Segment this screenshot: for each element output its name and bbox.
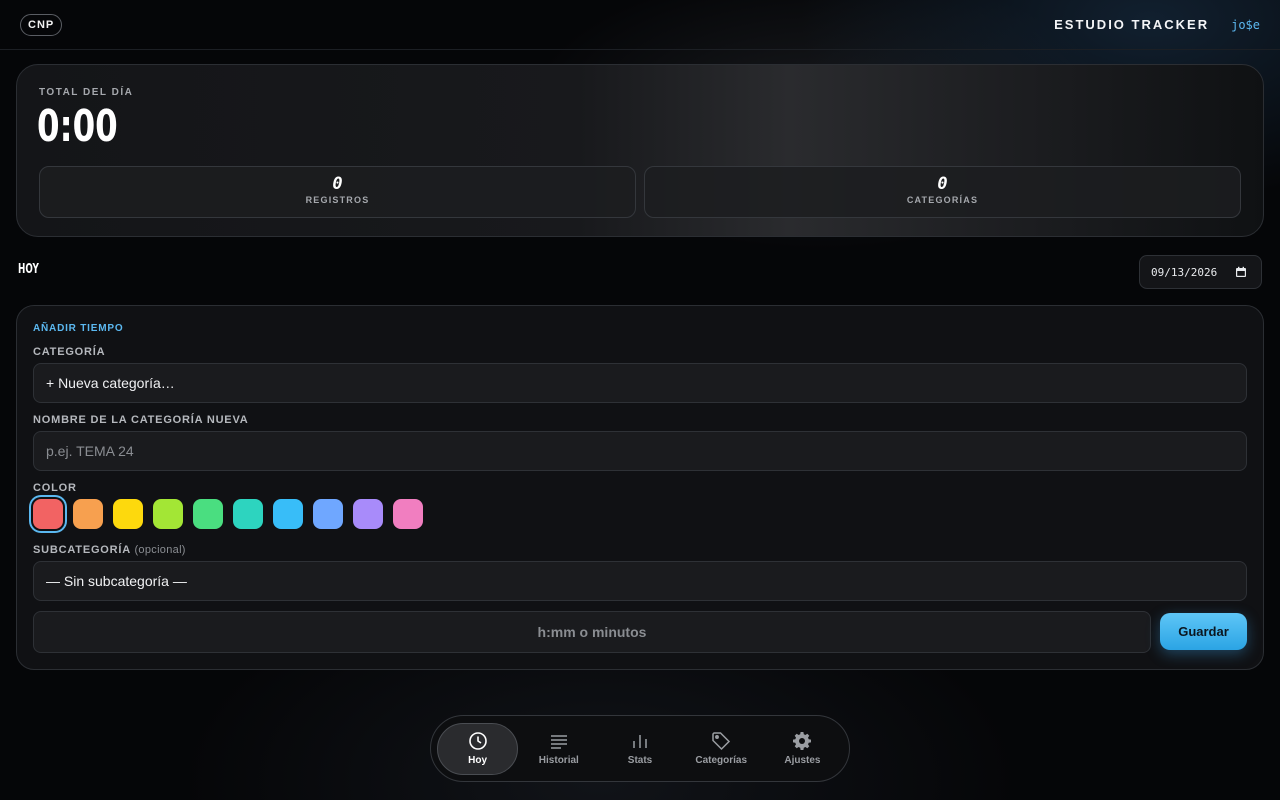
subcategory-label: SUBCATEGORÍA (opcional) — [33, 544, 186, 556]
user-name[interactable]: jo$e — [1231, 18, 1260, 32]
form-title: AÑADIR TIEMPO — [33, 323, 124, 334]
day-heading: HOY — [18, 262, 39, 277]
nav-label: Hoy — [468, 755, 488, 766]
category-select-value: + Nueva categoría… — [46, 375, 175, 391]
new-category-label: NOMBRE DE LA CATEGORÍA NUEVA — [33, 414, 249, 426]
date-picker[interactable]: 09/13/2026 — [1139, 255, 1262, 289]
time-input[interactable]: h:mm o minutos — [33, 611, 1151, 653]
nav-item-historial[interactable]: Historial — [518, 723, 599, 775]
nav-item-ajustes[interactable]: Ajustes — [762, 723, 843, 775]
top-bar: CNP ESTUDIO TRACKER jo$e — [0, 0, 1280, 50]
bottom-nav: Hoy Historial Stats Categorías Ajustes — [430, 715, 850, 782]
nav-item-stats[interactable]: Stats — [599, 723, 680, 775]
stat-value: 0 — [937, 174, 948, 194]
category-label: CATEGORÍA — [33, 346, 106, 358]
color-swatch[interactable] — [73, 499, 103, 529]
color-swatch[interactable] — [153, 499, 183, 529]
new-category-input[interactable]: p.ej. TEMA 24 — [33, 431, 1247, 471]
calendar-icon[interactable] — [1235, 266, 1247, 278]
color-swatch[interactable] — [33, 499, 63, 529]
clock-icon — [468, 732, 487, 750]
color-swatch[interactable] — [193, 499, 223, 529]
app-title: ESTUDIO TRACKER — [1054, 17, 1210, 32]
date-value: 09/13/2026 — [1151, 265, 1218, 279]
category-select[interactable]: + Nueva categoría… — [33, 363, 1247, 403]
bar-chart-icon — [633, 735, 647, 748]
color-swatch[interactable] — [353, 499, 383, 529]
gear-icon — [793, 732, 812, 750]
subcategory-optional: (opcional) — [134, 544, 186, 556]
subcategory-select[interactable]: — Sin subcategoría — — [33, 561, 1247, 601]
stat-categorias: 0 CATEGORÍAS — [644, 166, 1241, 218]
nav-label: Categorías — [695, 755, 748, 766]
total-value: 0:00 — [37, 101, 118, 152]
nav-item-categorias[interactable]: Categorías — [681, 723, 762, 775]
color-swatch[interactable] — [273, 499, 303, 529]
save-button[interactable]: Guardar — [1160, 613, 1247, 650]
color-swatches — [33, 499, 423, 529]
total-label: TOTAL DEL DÍA — [39, 87, 134, 98]
stat-label: CATEGORÍAS — [906, 195, 979, 205]
color-swatch[interactable] — [113, 499, 143, 529]
daily-total-card: TOTAL DEL DÍA 0:00 0 REGISTROS 0 CATEGOR… — [16, 64, 1264, 237]
nav-label: Historial — [538, 755, 579, 766]
stat-label: REGISTROS — [305, 195, 370, 205]
add-time-form: AÑADIR TIEMPO CATEGORÍA + Nueva categorí… — [16, 305, 1264, 670]
subcategory-select-value: — Sin subcategoría — — [46, 573, 187, 589]
color-swatch[interactable] — [393, 499, 423, 529]
subcategory-label-text: SUBCATEGORÍA — [33, 544, 131, 556]
new-category-placeholder: p.ej. TEMA 24 — [46, 443, 134, 459]
nav-label: Stats — [627, 755, 653, 766]
color-swatch[interactable] — [313, 499, 343, 529]
nav-label: Ajustes — [784, 755, 821, 766]
tag-icon — [712, 732, 731, 751]
color-swatch[interactable] — [233, 499, 263, 529]
stat-value: 0 — [332, 174, 343, 194]
app-logo[interactable]: CNP — [20, 13, 63, 36]
nav-item-hoy[interactable]: Hoy — [437, 722, 519, 775]
stat-registros: 0 REGISTROS — [39, 166, 636, 218]
time-input-placeholder: h:mm o minutos — [537, 624, 647, 640]
color-label: COLOR — [33, 482, 77, 494]
list-icon — [550, 735, 567, 749]
